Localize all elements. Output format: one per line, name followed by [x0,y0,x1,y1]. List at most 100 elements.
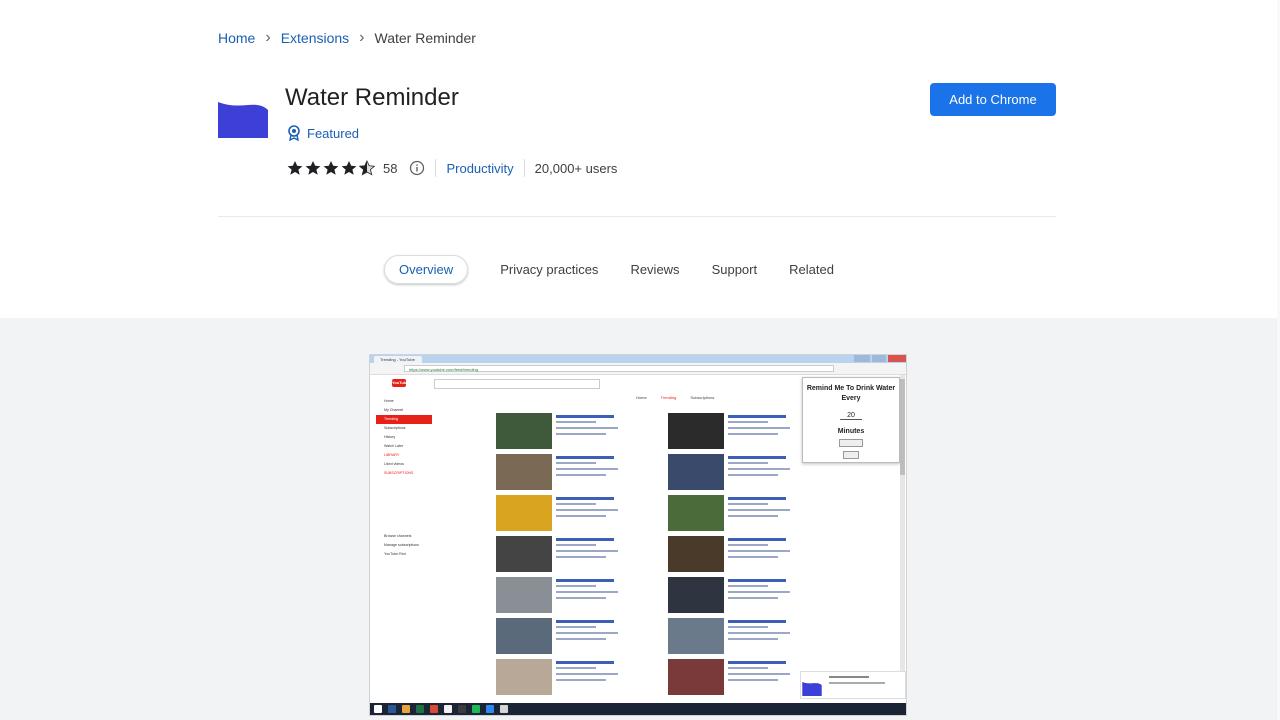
yt-video-text [728,638,778,640]
yt-video-thumbnail [496,618,552,654]
yt-side-item: SUBSCRIPTIONS [384,471,414,475]
yt-video-text [728,556,778,558]
yt-video-thumbnail [496,536,552,572]
yt-side-item: History [384,435,396,439]
yt-video-text [728,462,768,464]
youtube-logo: YouTube [392,379,409,387]
yt-video-text [728,626,768,628]
browser-tabstrip [370,355,906,363]
windows-taskbar [370,703,906,715]
popup-title: Remind Me To Drink Water Every [806,385,896,402]
category-link[interactable]: Productivity [446,161,513,176]
yt-video-text [728,421,768,423]
yt-video-text [728,597,778,599]
yt-video-thumbnail [496,454,552,490]
maximize-icon [872,355,886,362]
minimize-icon [854,355,870,362]
extension-screenshot[interactable]: Trending - YouTube https://www.youtube.c… [369,354,907,716]
breadcrumb-home-link[interactable]: Home [218,30,255,46]
meta-divider [523,159,525,177]
yt-video-text [728,667,768,669]
notification-text [829,676,869,678]
yt-video-text [556,550,618,552]
taskbar-app-icon [374,705,382,713]
yt-video-text [556,538,614,541]
popup-remind-button [839,439,863,447]
breadcrumb-extensions-link[interactable]: Extensions [281,30,349,46]
star-icon [323,161,339,175]
extension-logo-icon [218,102,268,138]
yt-video-text [556,474,606,476]
yt-video-text [728,474,778,476]
close-icon [888,355,906,362]
yt-video-thumbnail [496,577,552,613]
screenshot-scroll-thumb [900,379,905,475]
tab-related[interactable]: Related [789,256,834,283]
yt-video-text [728,591,790,593]
tab-overview[interactable]: Overview [384,254,469,284]
yt-video-text [556,544,596,546]
yt-side-item: Liked videos [384,462,404,466]
yt-video-thumbnail [668,577,724,613]
taskbar-app-icon [458,705,466,713]
info-icon[interactable] [409,160,425,176]
youtube-search-box [434,379,600,389]
yt-video-text [556,585,596,587]
youtube-sidebar: Home My Channel Trending Subscriptions H… [376,397,432,559]
yt-video-text [728,579,786,582]
popup-interval-input: 20 [840,412,862,420]
yt-video-text [728,415,786,418]
detail-tabs: Overview Privacy practices Reviews Suppo… [384,254,866,284]
notification-text [829,682,885,684]
yt-video-text [556,661,614,664]
tab-reviews[interactable]: Reviews [630,256,679,283]
yt-video-thumbnail [668,413,724,449]
yt-side-item: Home [384,399,394,403]
yt-video-text [728,427,790,429]
yt-video-text [728,497,786,500]
popup-stop-button [843,451,859,459]
featured-badge[interactable]: Featured [287,125,359,141]
yt-video-text [556,427,618,429]
extension-title: Water Reminder [285,84,459,111]
star-icon [359,160,375,176]
yt-side-item: Subscriptions [384,426,406,430]
yt-video-text [728,544,768,546]
taskbar-app-icon [430,705,438,713]
yt-video-text [728,585,768,587]
breadcrumb: Home › Extensions › Water Reminder [218,29,476,47]
yt-video-thumbnail [496,659,552,695]
yt-video-text [728,456,786,459]
yt-nav-item: Subscriptions [690,395,715,400]
popup-unit: Minutes [837,428,865,435]
yt-side-item: LIBRARY [384,453,400,457]
yt-video-text [556,515,606,517]
add-to-chrome-button[interactable]: Add to Chrome [930,83,1056,116]
yt-video-text [556,638,606,640]
yt-video-text [556,626,596,628]
yt-video-text [556,415,614,418]
taskbar-app-icon [500,705,508,713]
tab-privacy-practices[interactable]: Privacy practices [500,256,598,283]
tab-support[interactable]: Support [712,256,758,283]
notification-toast [800,671,906,699]
yt-video-text [728,538,786,541]
yt-video-text [728,632,790,634]
yt-video-item [668,495,906,533]
taskbar-app-icon [472,705,480,713]
taskbar-app-icon [486,705,494,713]
chevron-right-icon: › [359,29,365,46]
yt-video-thumbnail [668,454,724,490]
yt-video-text [556,503,596,505]
yt-video-thumbnail [668,659,724,695]
taskbar-app-icon [416,705,424,713]
star-icon [341,161,357,175]
user-count: 20,000+ users [534,160,618,176]
rating-stars [287,160,375,176]
taskbar-app-icon [388,705,396,713]
yt-video-text [728,515,778,517]
yt-side-item: Manage subscriptions [384,543,419,547]
yt-video-thumbnail [496,495,552,531]
star-icon [305,161,321,175]
yt-nav-item: Home [636,395,647,400]
